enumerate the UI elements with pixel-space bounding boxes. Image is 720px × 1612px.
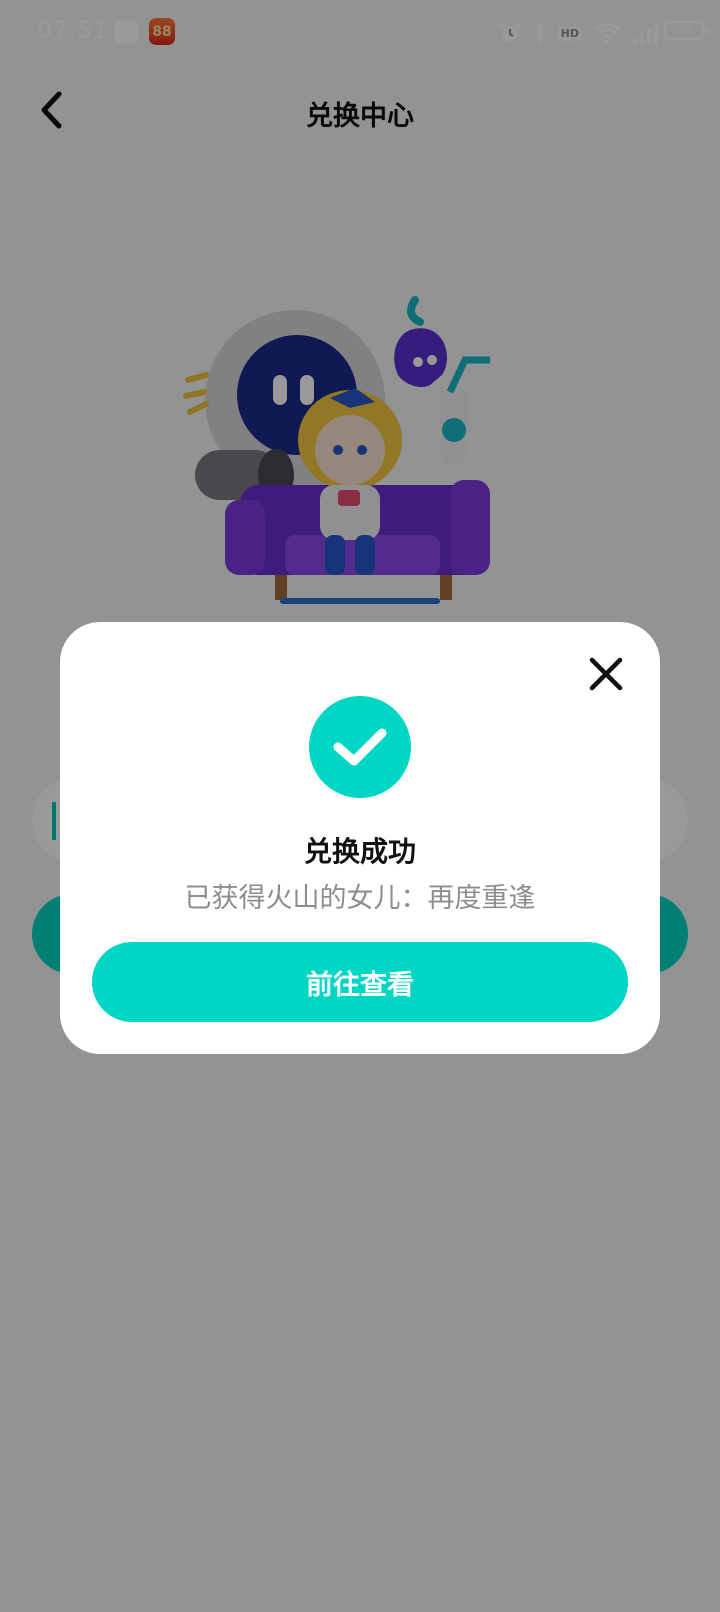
dialog-message: 已获得火山的女儿：再度重逢	[184, 883, 536, 914]
view-now-button[interactable]: 前往查看	[92, 942, 628, 1022]
check-circle-icon	[309, 696, 411, 798]
close-icon	[589, 657, 623, 691]
dialog-title: 兑换成功	[303, 835, 416, 868]
redeem-success-dialog: 兑换成功 已获得火山的女儿：再度重逢 前往查看	[60, 622, 660, 1054]
check-mark-icon	[333, 728, 387, 766]
close-button[interactable]	[582, 650, 630, 698]
